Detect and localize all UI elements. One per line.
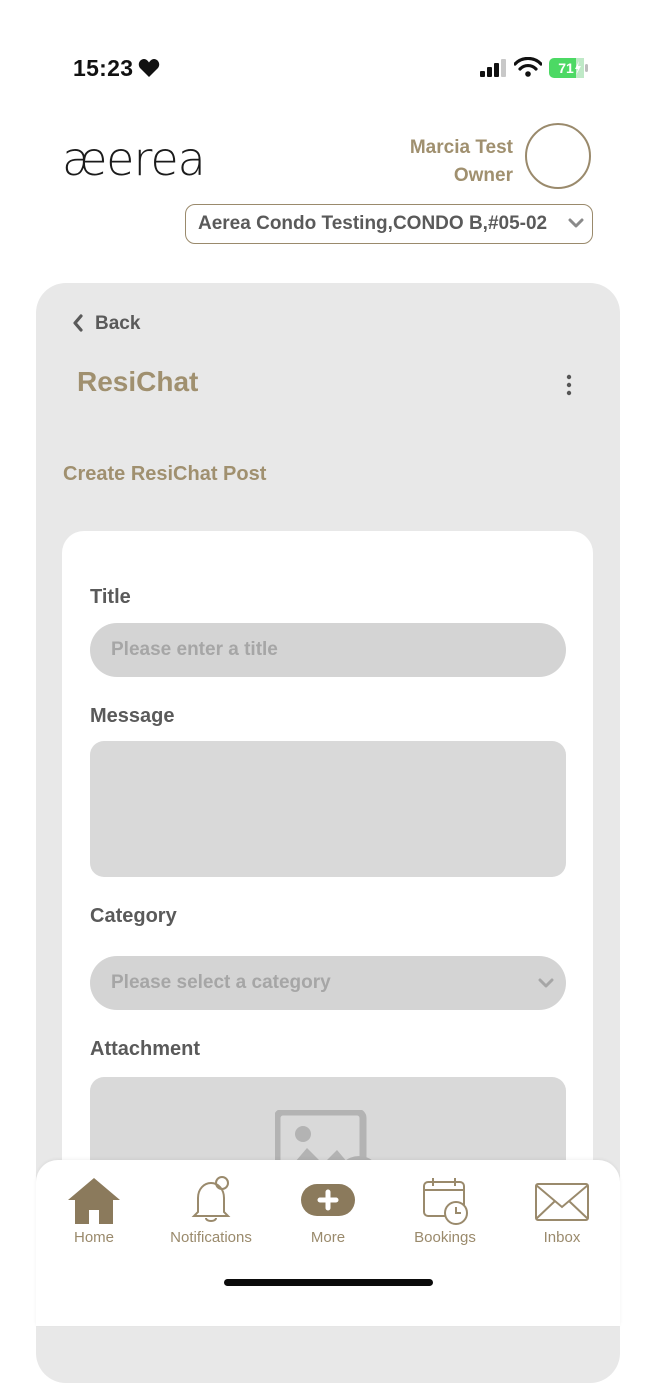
plus-pill-icon xyxy=(301,1184,355,1216)
attachment-label: Attachment xyxy=(90,1038,201,1060)
nav-bookings-label: Bookings xyxy=(414,1229,476,1246)
bottom-nav: Home Notifications More Bookings Inbox xyxy=(36,1160,620,1326)
message-label: Message xyxy=(90,705,175,727)
home-indicator[interactable] xyxy=(224,1279,433,1286)
battery-level: 71 xyxy=(558,60,574,76)
cellular-signal-icon xyxy=(480,59,506,77)
nav-more[interactable]: More xyxy=(268,1174,388,1246)
category-placeholder: Please select a category xyxy=(111,972,331,993)
status-time: 15:23 xyxy=(73,55,134,81)
back-button[interactable]: Back xyxy=(95,313,140,335)
bell-icon xyxy=(191,1176,231,1222)
home-icon xyxy=(68,1178,120,1224)
category-label: Category xyxy=(90,905,177,927)
section-heading: Create ResiChat Post xyxy=(63,463,267,485)
avatar[interactable] xyxy=(525,123,591,189)
message-textarea[interactable] xyxy=(90,741,566,877)
chevron-down-icon xyxy=(538,978,554,988)
page-title: ResiChat xyxy=(77,366,199,397)
title-placeholder: Please enter a title xyxy=(111,639,278,660)
category-select[interactable]: Please select a category xyxy=(90,956,566,1010)
nav-inbox-label: Inbox xyxy=(543,1229,581,1246)
title-label: Title xyxy=(90,586,131,608)
wifi-icon xyxy=(514,57,542,77)
nav-inbox[interactable]: Inbox xyxy=(502,1174,622,1246)
app-logo: æerea xyxy=(62,132,206,186)
unit-selector[interactable]: Aerea Condo Testing,CONDO B,#05-02 xyxy=(185,204,593,244)
chevron-down-icon xyxy=(568,218,584,228)
user-name: Marcia Test xyxy=(409,137,513,158)
nav-notifications[interactable]: Notifications xyxy=(151,1174,271,1246)
nav-bookings[interactable]: Bookings xyxy=(385,1174,505,1246)
heart-icon xyxy=(138,59,160,77)
envelope-icon xyxy=(535,1183,589,1221)
nav-home[interactable]: Home xyxy=(34,1174,154,1246)
title-input[interactable]: Please enter a title xyxy=(90,623,566,677)
nav-home-label: Home xyxy=(73,1229,114,1246)
unit-selector-value: Aerea Condo Testing,CONDO B,#05-02 xyxy=(198,213,548,234)
chevron-left-icon[interactable] xyxy=(72,314,84,332)
more-options-icon[interactable] xyxy=(565,374,573,396)
calendar-clock-icon xyxy=(423,1178,468,1225)
user-role[interactable]: Owner xyxy=(454,165,513,187)
nav-more-label: More xyxy=(310,1229,346,1246)
nav-notifications-label: Notifications xyxy=(170,1229,252,1246)
